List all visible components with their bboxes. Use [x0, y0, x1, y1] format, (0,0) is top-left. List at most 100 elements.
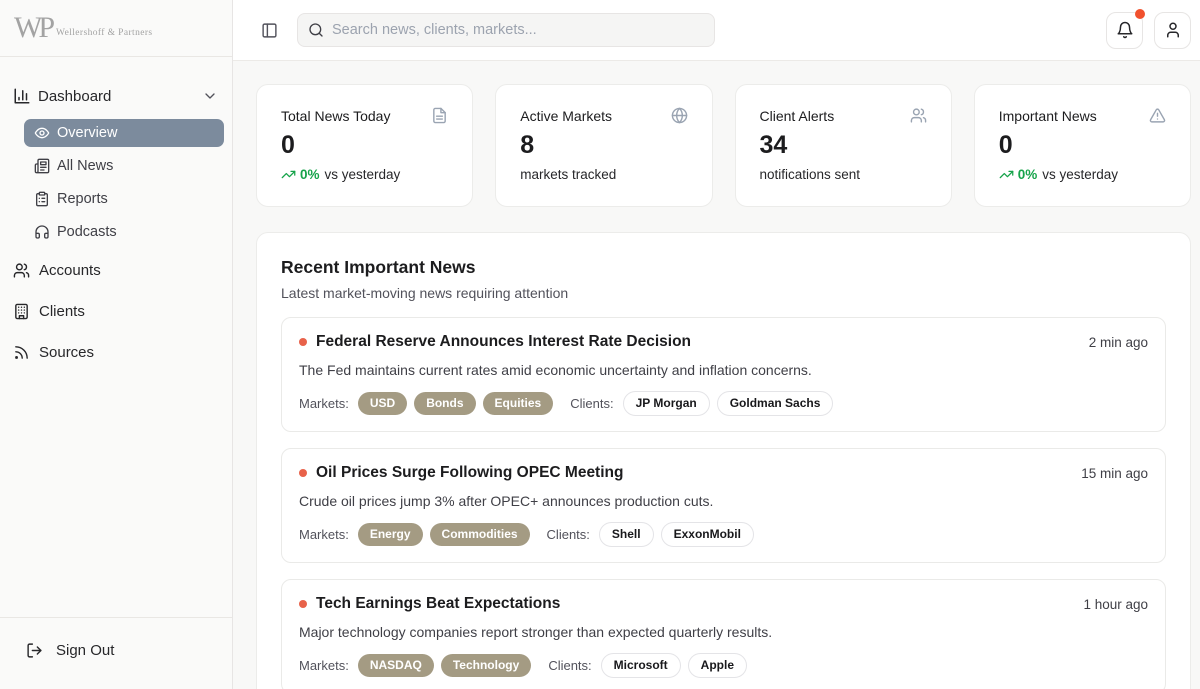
stat-title: Total News Today	[281, 108, 390, 124]
markets-label: Markets:	[299, 658, 349, 673]
news-title: Federal Reserve Announces Interest Rate …	[316, 333, 691, 351]
sidebar-footer: Sign Out	[0, 617, 232, 689]
news-timestamp: 1 hour ago	[1083, 597, 1148, 612]
alert-dot-icon	[299, 469, 307, 477]
dashboard-content: Total News Today 0 0% vs yesterday	[233, 61, 1200, 689]
alert-triangle-icon	[1149, 107, 1166, 124]
dashboard-subnav: Overview All News Reports Podcasts	[24, 119, 224, 246]
sidebar-nav: Dashboard Overview All News	[0, 57, 232, 617]
sidebar-item-reports[interactable]: Reports	[24, 185, 224, 213]
newspaper-icon	[34, 158, 50, 174]
sidebar-group-dashboard[interactable]: Dashboard	[8, 81, 224, 111]
eye-icon	[34, 125, 50, 141]
globe-icon	[671, 107, 688, 124]
trend-value: 0%	[300, 167, 320, 182]
recent-news-section: Recent Important News Latest market-movi…	[256, 232, 1191, 689]
user-menu-button[interactable]	[1154, 12, 1191, 49]
sidebar-item-overview[interactable]: Overview	[24, 119, 224, 147]
sidebar-item-accounts[interactable]: Accounts	[8, 256, 224, 285]
news-title: Tech Earnings Beat Expectations	[316, 595, 560, 613]
sign-out-button[interactable]: Sign Out	[16, 632, 216, 669]
sidebar-toggle-button[interactable]	[261, 22, 278, 39]
stat-title: Client Alerts	[760, 108, 835, 124]
topbar	[233, 0, 1200, 61]
markets-label: Markets:	[299, 396, 349, 411]
rss-icon	[13, 344, 30, 361]
search-icon	[308, 22, 324, 38]
news-tags: Markets: NASDAQ Technology Clients: Micr…	[299, 653, 1148, 678]
sidebar-item-label: All News	[57, 158, 113, 174]
brand-logo: WP	[14, 13, 51, 43]
client-tag: Shell	[599, 522, 654, 547]
clipboard-icon	[34, 191, 50, 207]
news-description: Crude oil prices jump 3% after OPEC+ ann…	[299, 493, 1148, 509]
stat-value: 8	[520, 132, 687, 160]
market-tag: Commodities	[430, 523, 530, 546]
sidebar-item-label: Overview	[57, 125, 117, 141]
log-out-icon	[26, 642, 43, 659]
client-tag: Goldman Sachs	[717, 391, 834, 416]
news-title: Oil Prices Surge Following OPEC Meeting	[316, 464, 623, 482]
market-tag: USD	[358, 392, 407, 415]
stat-title: Active Markets	[520, 108, 612, 124]
users-icon	[910, 107, 927, 124]
clients-label: Clients:	[547, 527, 590, 542]
client-tag: Apple	[688, 653, 747, 678]
chevron-down-icon	[202, 88, 218, 104]
trend-indicator: 0%	[281, 167, 320, 182]
stat-card-client-alerts: Client Alerts 34 notifications sent	[735, 84, 952, 207]
stat-title: Important News	[999, 108, 1097, 124]
sidebar-item-clients[interactable]: Clients	[8, 297, 224, 326]
client-tag: ExxonMobil	[661, 522, 754, 547]
client-tag: JP Morgan	[623, 391, 710, 416]
sidebar-item-label: Sources	[39, 344, 94, 361]
clients-label: Clients:	[570, 396, 613, 411]
market-tag: NASDAQ	[358, 654, 434, 677]
news-description: The Fed maintains current rates amid eco…	[299, 362, 1148, 378]
sidebar: WP Wellershoff & Partners Dashboard Over…	[0, 0, 233, 689]
sign-out-label: Sign Out	[56, 642, 114, 659]
stats-row: Total News Today 0 0% vs yesterday	[256, 84, 1191, 207]
users-icon	[13, 262, 30, 279]
stat-value: 0	[999, 132, 1166, 160]
news-card[interactable]: Oil Prices Surge Following OPEC Meeting …	[281, 448, 1166, 563]
section-title: Recent Important News	[281, 257, 1166, 278]
news-card[interactable]: Tech Earnings Beat Expectations 1 hour a…	[281, 579, 1166, 689]
sidebar-item-all-news[interactable]: All News	[24, 152, 224, 180]
sidebar-main-nav: Accounts Clients Sources	[8, 256, 224, 367]
stat-suffix: vs yesterday	[1042, 167, 1118, 182]
brand-name: Wellershoff & Partners	[56, 28, 153, 38]
main-area: Total News Today 0 0% vs yesterday	[233, 0, 1200, 689]
alert-dot-icon	[299, 600, 307, 608]
stat-suffix: notifications sent	[760, 167, 861, 182]
clients-label: Clients:	[548, 658, 591, 673]
search-box	[297, 13, 715, 47]
market-tag: Technology	[441, 654, 531, 677]
stat-card-important-news: Important News 0 0% vs yesterday	[974, 84, 1191, 207]
sidebar-item-label: Podcasts	[57, 224, 117, 240]
notifications-button[interactable]	[1106, 12, 1143, 49]
panel-left-icon	[261, 22, 278, 39]
sidebar-item-label: Clients	[39, 303, 85, 320]
news-timestamp: 15 min ago	[1081, 466, 1148, 481]
stat-value: 34	[760, 132, 927, 160]
sidebar-item-sources[interactable]: Sources	[8, 338, 224, 367]
bell-icon	[1116, 21, 1134, 39]
sidebar-item-label: Reports	[57, 191, 108, 207]
market-tag: Bonds	[414, 392, 475, 415]
stat-card-total-news: Total News Today 0 0% vs yesterday	[256, 84, 473, 207]
bar-chart-icon	[13, 87, 31, 105]
news-timestamp: 2 min ago	[1089, 335, 1148, 350]
markets-label: Markets:	[299, 527, 349, 542]
notification-dot	[1135, 9, 1145, 19]
sidebar-item-label: Accounts	[39, 262, 101, 279]
brand: WP Wellershoff & Partners	[0, 0, 232, 57]
user-icon	[1164, 21, 1182, 39]
stat-suffix: markets tracked	[520, 167, 616, 182]
trend-indicator: 0%	[999, 167, 1038, 182]
sidebar-item-podcasts[interactable]: Podcasts	[24, 218, 224, 246]
headphones-icon	[34, 224, 50, 240]
search-input[interactable]	[332, 22, 704, 38]
news-card[interactable]: Federal Reserve Announces Interest Rate …	[281, 317, 1166, 432]
building-icon	[13, 303, 30, 320]
